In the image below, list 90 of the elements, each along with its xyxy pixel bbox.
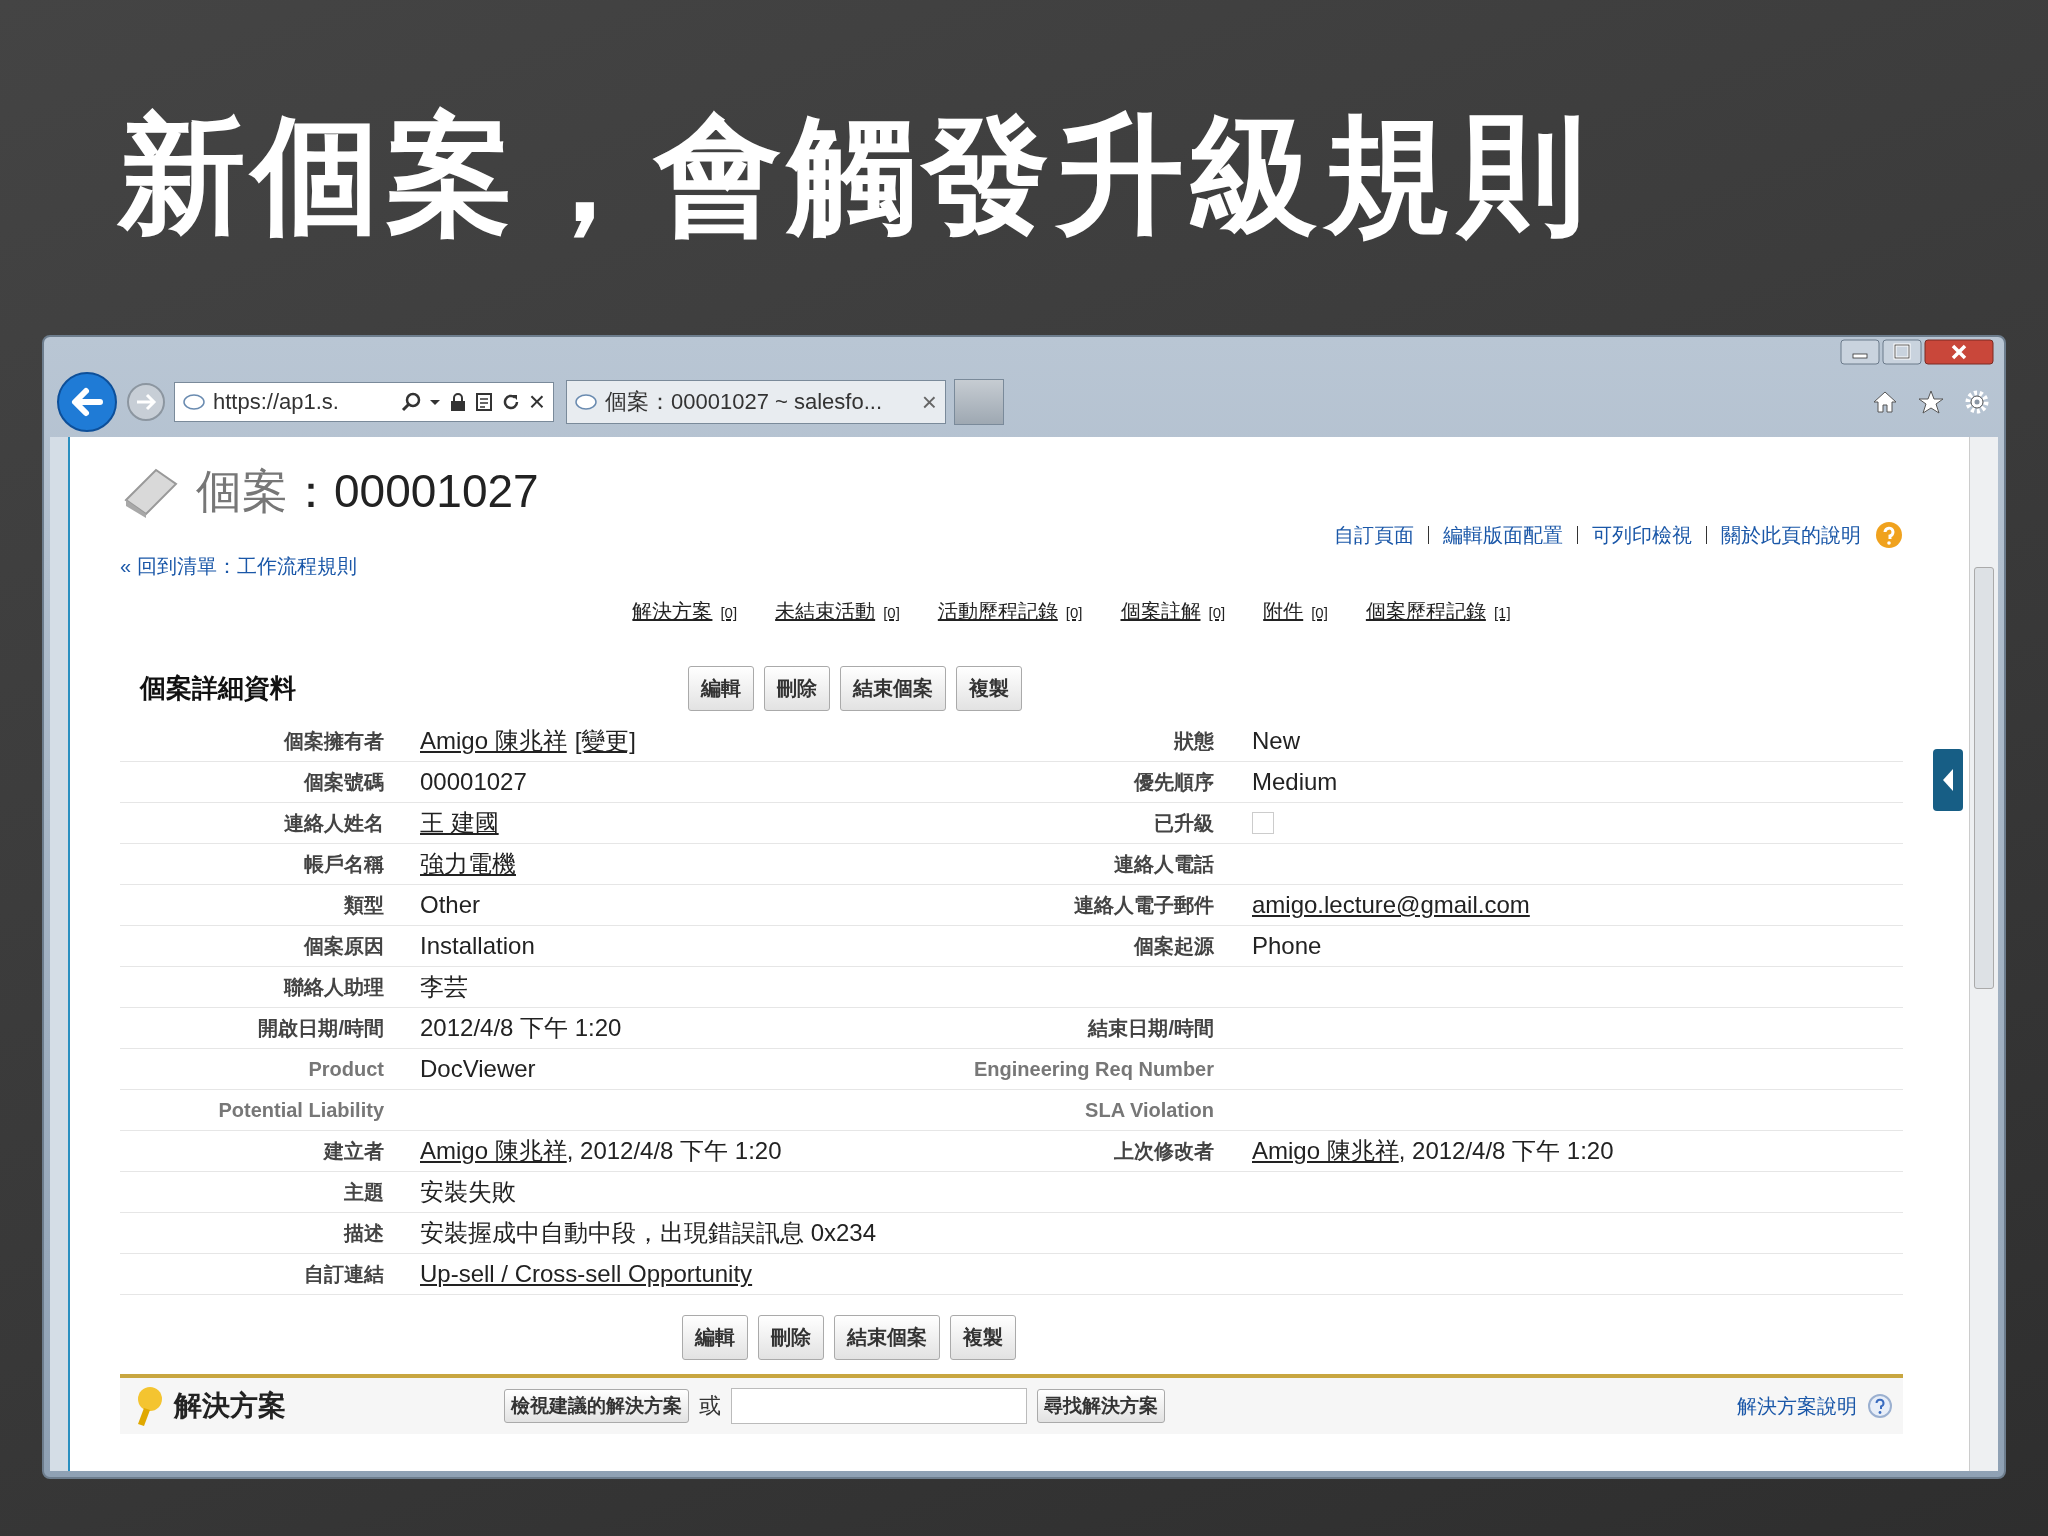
field-label: 連絡人姓名: [284, 810, 384, 836]
find-solution-button[interactable]: 尋找解決方案: [1037, 1389, 1165, 1423]
field-label: 優先順序: [1134, 769, 1214, 795]
field-value: 2012/4/8 下午 1:20: [420, 1014, 622, 1041]
tab-close-button[interactable]: ×: [921, 386, 937, 418]
field-value: DocViewer: [420, 1055, 536, 1082]
back-link[interactable]: « 回到清單：工作流程規則: [120, 553, 357, 580]
field-label: 上次修改者: [1114, 1138, 1214, 1164]
scrollbar-thumb[interactable]: [1974, 567, 1994, 989]
page-icon: [183, 393, 205, 411]
settings-icon[interactable]: [1964, 389, 1990, 415]
scrollbar[interactable]: [1969, 437, 1998, 1471]
field-label: 個案擁有者: [284, 728, 384, 754]
field-label: 開啟日期/時間: [258, 1015, 384, 1041]
field-label: 已升級: [1154, 810, 1214, 836]
search-icon[interactable]: [400, 392, 421, 412]
value-link[interactable]: 強力電機: [420, 850, 516, 877]
search-field[interactable]: [731, 1388, 1027, 1424]
field-label: 連絡人電話: [1114, 851, 1214, 877]
header-link[interactable]: 編輯版面配置: [1443, 521, 1563, 549]
field-label: SLA Violation: [1085, 1098, 1214, 1122]
action-button[interactable]: 結束個案: [840, 665, 946, 711]
action-button[interactable]: 刪除: [764, 665, 830, 711]
url-text: https://ap1.s.: [213, 389, 340, 415]
header-link[interactable]: 可列印檢視: [1592, 521, 1692, 549]
or-text: 或: [699, 1392, 721, 1420]
action-button[interactable]: 複製: [950, 1315, 1016, 1360]
field-label: 帳戶名稱: [304, 851, 384, 877]
header-link[interactable]: 關於此頁的說明: [1721, 521, 1861, 549]
field-value: 李芸: [420, 973, 468, 1000]
field-label: 狀態: [1174, 728, 1214, 754]
value-link[interactable]: Amigo 陳兆祥: [420, 1137, 567, 1164]
address-bar[interactable]: https://ap1.s. ×: [174, 382, 554, 422]
field-label: Product: [308, 1057, 384, 1081]
field-value: 安裝失敗: [420, 1178, 516, 1205]
field-value: Installation: [420, 932, 535, 959]
field-value: , 2012/4/8 下午 1:20: [1398, 1137, 1614, 1164]
field-label: 個案號碼: [304, 769, 384, 795]
field-value: Other: [420, 891, 481, 918]
forward-icon[interactable]: [126, 382, 166, 422]
value-link[interactable]: Amigo 陳兆祥: [420, 727, 567, 754]
tab-title: 個案：00001027 ~ salesfo...: [605, 388, 883, 416]
field-value: Phone: [1252, 932, 1322, 959]
field-label: 建立者: [324, 1138, 384, 1164]
action-button[interactable]: 編輯: [682, 1315, 748, 1360]
action-button[interactable]: 結束個案: [834, 1315, 940, 1360]
page-icon: [575, 393, 597, 411]
section-title: 解決方案: [174, 1389, 287, 1423]
field-value: New: [1252, 727, 1300, 754]
value-link[interactable]: Amigo 陳兆祥: [1252, 1137, 1399, 1164]
header-link[interactable]: 自訂頁面: [1334, 521, 1414, 549]
help-link[interactable]: 解決方案說明: [1737, 1392, 1857, 1420]
field-label: 個案原因: [304, 933, 384, 959]
field-value: 安裝握成中自動中段，出現錯誤訊息 0x234: [420, 1219, 877, 1246]
stop-button[interactable]: ×: [528, 386, 545, 418]
field-label: 自訂連結: [304, 1261, 384, 1287]
field-label: Engineering Req Number: [973, 1057, 1214, 1081]
value-link[interactable]: Up-sell / Cross-sell Opportunity: [420, 1260, 753, 1287]
action-button[interactable]: 複製: [956, 665, 1022, 711]
field-label: 聯絡人助理: [284, 974, 384, 1000]
back-icon[interactable]: [56, 371, 118, 433]
field-label: Potential Liability: [218, 1098, 384, 1122]
compatibility-icon[interactable]: [474, 392, 493, 412]
field-label: 類型: [344, 892, 384, 918]
page-title: 個案：00001027: [196, 464, 539, 519]
action-button[interactable]: 刪除: [758, 1315, 824, 1360]
field-label: 結束日期/時間: [1088, 1015, 1214, 1041]
field-label: 主題: [344, 1179, 384, 1205]
star-icon[interactable]: [1918, 389, 1944, 415]
browser-tab[interactable]: 個案：00001027 ~ salesfo... ×: [566, 380, 946, 424]
field-value: Medium: [1252, 768, 1338, 795]
field-value: 00001027: [420, 768, 527, 795]
section-title: 個案詳細資料: [138, 671, 297, 705]
slide-title: 新個案，會觸發升級規則: [118, 99, 1592, 251]
value-link[interactable]: amigo.lecture@gmail.com: [1252, 891, 1530, 918]
minimize-icon[interactable]: [1840, 339, 1880, 365]
collapse-panel-icon[interactable]: [1933, 749, 1963, 811]
value-link[interactable]: [變更]: [574, 727, 637, 754]
field-value: , 2012/4/8 下午 1:20: [566, 1137, 782, 1164]
close-icon[interactable]: [1924, 339, 1994, 365]
lock-icon: [448, 392, 467, 412]
home-icon[interactable]: [1872, 389, 1898, 415]
sidebar-toggle[interactable]: [50, 437, 70, 1471]
action-button[interactable]: 編輯: [688, 665, 754, 711]
help-icon[interactable]: [1867, 1393, 1893, 1419]
field-label: 連絡人電子郵件: [1074, 892, 1214, 918]
view-solutions-button[interactable]: 檢視建議的解決方案: [504, 1389, 689, 1423]
field-label: 描述: [344, 1220, 384, 1246]
value-link[interactable]: 王 建國: [420, 809, 499, 836]
field-label: 個案起源: [1134, 933, 1214, 959]
